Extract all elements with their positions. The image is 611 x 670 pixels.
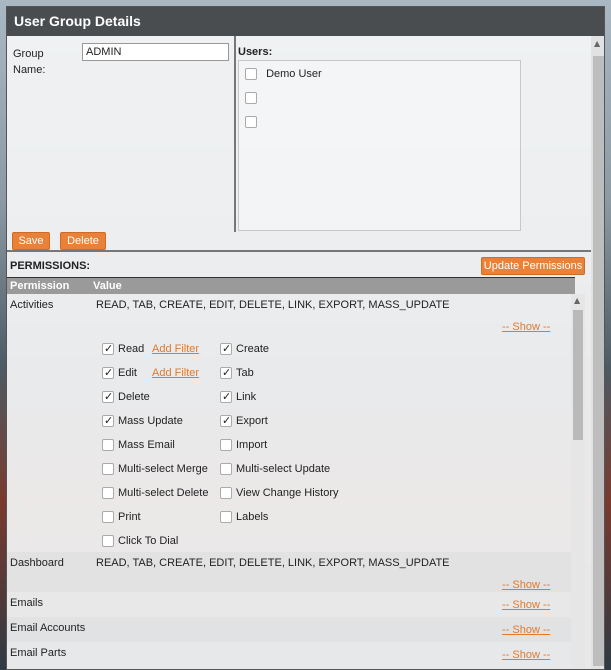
- multi-select-update-checkbox[interactable]: [220, 463, 232, 476]
- option-edit[interactable]: Edit: [102, 365, 137, 381]
- show-link[interactable]: -- Show --: [502, 599, 550, 611]
- table-row-emails: Emails -- Show --: [7, 592, 571, 617]
- table-row-activities: Activities READ, TAB, CREATE, EDIT, DELE…: [7, 294, 571, 552]
- option-multi-select-update[interactable]: Multi-select Update: [220, 461, 330, 477]
- window-title: User Group Details: [7, 7, 604, 36]
- permissions-scrollbar[interactable]: ▲: [571, 294, 585, 669]
- import-checkbox[interactable]: [220, 439, 232, 452]
- create-checkbox[interactable]: [220, 341, 232, 357]
- option-create[interactable]: Create: [220, 341, 269, 357]
- show-link[interactable]: -- Show --: [502, 649, 550, 661]
- user-item[interactable]: [245, 114, 257, 130]
- option-link[interactable]: Link: [220, 389, 256, 405]
- option-print[interactable]: Print: [102, 509, 141, 525]
- click-to-dial-checkbox[interactable]: [102, 535, 114, 548]
- option-tab[interactable]: Tab: [220, 365, 254, 381]
- permissions-table: Activities READ, TAB, CREATE, EDIT, DELE…: [7, 294, 571, 669]
- scroll-up-arrow-icon[interactable]: ▲: [594, 39, 600, 48]
- option-multi-select-merge[interactable]: Multi-select Merge: [102, 461, 208, 477]
- labels-checkbox[interactable]: [220, 511, 232, 524]
- add-filter-edit-link[interactable]: Add Filter: [152, 367, 199, 379]
- vertical-divider: [234, 36, 236, 232]
- column-header-permission: Permission: [10, 280, 70, 292]
- permission-name: Activities: [10, 299, 54, 311]
- link-checkbox[interactable]: [220, 389, 232, 405]
- tab-checkbox[interactable]: [220, 365, 232, 381]
- group-info-area: Group Name: Users: Demo User: [7, 36, 591, 232]
- option-mass-email[interactable]: Mass Email: [102, 437, 175, 453]
- permissions-scroll-thumb[interactable]: [573, 310, 583, 440]
- delete-checkbox[interactable]: [102, 389, 114, 405]
- user-name: Demo User: [266, 68, 322, 80]
- show-link[interactable]: -- Show --: [502, 624, 550, 636]
- group-name-label: Group Name:: [13, 48, 46, 76]
- save-button[interactable]: Save: [12, 232, 50, 250]
- option-delete[interactable]: Delete: [102, 389, 150, 405]
- option-labels[interactable]: Labels: [220, 509, 268, 525]
- window-scrollbar[interactable]: ▲: [591, 36, 604, 669]
- view-change-history-checkbox[interactable]: [220, 487, 232, 500]
- update-permissions-button[interactable]: Update Permissions: [481, 257, 585, 275]
- export-checkbox[interactable]: [220, 413, 232, 429]
- user-checkbox[interactable]: [245, 92, 257, 105]
- show-link[interactable]: -- Show --: [502, 579, 550, 591]
- table-row-email-accounts: Email Accounts -- Show --: [7, 617, 571, 642]
- user-checkbox[interactable]: [245, 68, 257, 81]
- add-filter-read-link[interactable]: Add Filter: [152, 343, 199, 355]
- delete-button[interactable]: Delete: [60, 232, 106, 250]
- multi-select-merge-checkbox[interactable]: [102, 463, 114, 476]
- mass-update-checkbox[interactable]: [102, 413, 114, 429]
- permission-name: Emails: [10, 597, 44, 609]
- option-export[interactable]: Export: [220, 413, 268, 429]
- group-name-input[interactable]: [82, 43, 229, 61]
- column-header-value: Value: [93, 280, 122, 292]
- option-click-to-dial[interactable]: Click To Dial: [102, 533, 178, 549]
- read-checkbox[interactable]: [102, 341, 114, 357]
- permissions-label: PERMISSIONS:: [10, 260, 91, 272]
- user-group-details-window: User Group Details Group Name: Users: De…: [6, 6, 605, 670]
- edit-checkbox[interactable]: [102, 365, 114, 381]
- print-checkbox[interactable]: [102, 511, 114, 524]
- users-list[interactable]: Demo User: [238, 60, 521, 231]
- permission-name: Dashboard: [10, 557, 64, 569]
- show-link[interactable]: -- Show --: [502, 321, 550, 333]
- users-label: Users:: [238, 46, 273, 58]
- option-view-change-history[interactable]: View Change History: [220, 485, 339, 501]
- permission-name: Email Accounts: [10, 622, 86, 634]
- table-row-email-parts: Email Parts -- Show --: [7, 642, 571, 667]
- permission-name: Email Parts: [10, 647, 67, 659]
- multi-select-delete-checkbox[interactable]: [102, 487, 114, 500]
- mass-email-checkbox[interactable]: [102, 439, 114, 452]
- scroll-up-arrow-icon[interactable]: ▲: [574, 296, 580, 305]
- permission-value: READ, TAB, CREATE, EDIT, DELETE, LINK, E…: [96, 299, 450, 311]
- option-read[interactable]: Read: [102, 341, 144, 357]
- horizontal-divider: [7, 250, 591, 252]
- permission-value: READ, TAB, CREATE, EDIT, DELETE, LINK, E…: [96, 557, 450, 569]
- option-multi-select-delete[interactable]: Multi-select Delete: [102, 485, 208, 501]
- user-item[interactable]: [245, 90, 257, 106]
- table-row-dashboard: Dashboard READ, TAB, CREATE, EDIT, DELET…: [7, 552, 571, 592]
- user-checkbox[interactable]: [245, 116, 257, 129]
- permissions-table-header: Permission Value: [7, 277, 575, 294]
- user-item[interactable]: Demo User: [245, 66, 322, 82]
- option-mass-update[interactable]: Mass Update: [102, 413, 183, 429]
- option-import[interactable]: Import: [220, 437, 267, 453]
- window-scroll-thumb[interactable]: [593, 56, 604, 666]
